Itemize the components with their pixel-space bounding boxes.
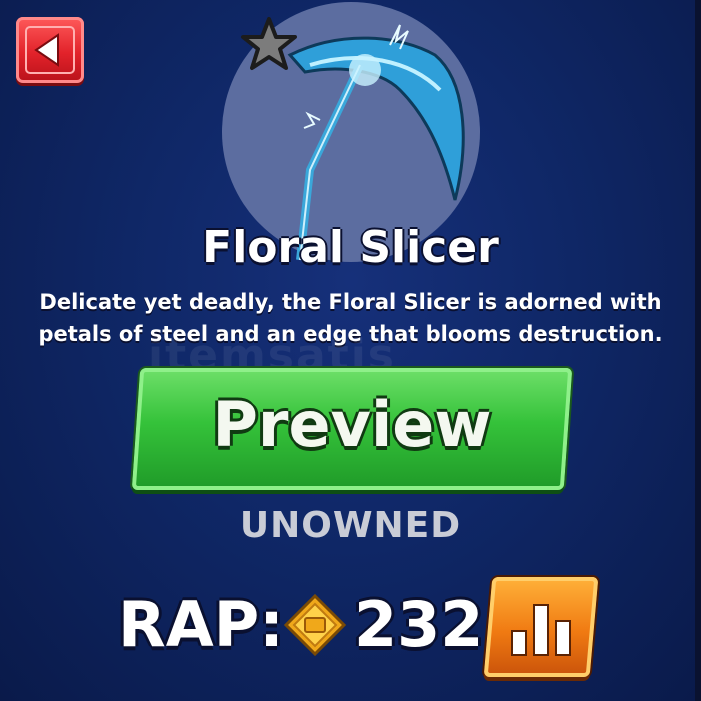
back-button[interactable]: [16, 17, 84, 83]
coin-icon: [284, 594, 346, 656]
preview-button[interactable]: Preview: [131, 368, 573, 490]
item-name: Floral Slicer: [202, 222, 499, 273]
watermark: itemsatis: [148, 330, 396, 381]
ownership-status: UNOWNED: [239, 505, 462, 546]
preview-button-label: Preview: [212, 388, 492, 461]
stats-button[interactable]: [483, 577, 599, 677]
right-edge: [695, 0, 701, 701]
item-detail-screen: Floral Slicer Delicate yet deadly, the F…: [0, 0, 701, 701]
star-icon[interactable]: [240, 16, 298, 72]
back-arrow-icon: [25, 26, 75, 74]
rap-label: RAP:: [118, 588, 284, 661]
bar-chart-icon: [511, 604, 571, 656]
rap-value: 232: [354, 588, 484, 661]
